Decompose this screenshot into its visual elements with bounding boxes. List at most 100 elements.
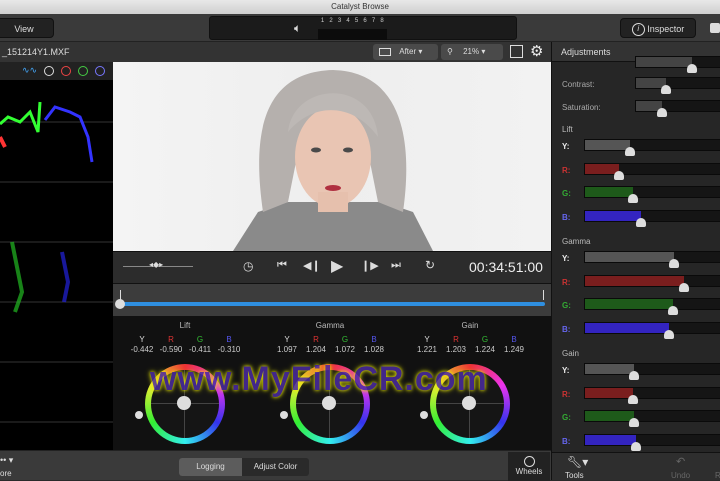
gain-color-wheel[interactable] [430,364,510,444]
jog-handle-icon[interactable]: ◂◆▸ [149,260,163,269]
timeline[interactable] [113,283,551,316]
tools-label[interactable]: Tools [565,471,584,480]
inspector-label: Inspector [647,24,685,34]
lift-g-slider-thumb[interactable] [627,194,638,203]
lift-y-slider[interactable] [584,139,720,156]
lift-b-label: B [226,335,232,344]
lift-r-label: R [168,335,174,344]
gamma-color-wheel[interactable] [290,364,370,444]
fullscreen-icon[interactable] [510,45,523,58]
speaker-icon[interactable]: 🔈︎ [294,21,301,36]
lift-y-label: Y [139,335,145,344]
gain-level-knob[interactable] [420,411,428,419]
go-to-start-icon[interactable]: ⏮︎ [277,259,287,272]
green-channel-toggle[interactable] [78,66,88,76]
white-channel-toggle[interactable] [44,66,54,76]
compare-mode-dropdown[interactable]: After ▾ [373,44,438,60]
gain-r-slider-thumb[interactable] [627,394,638,404]
gain-y-value: 1.221 [416,345,438,354]
waveform-icon[interactable]: ∿∿ [22,65,37,76]
saturation-slider-thumb[interactable] [656,108,667,117]
wheels-icon [523,456,535,467]
adjustments-footer: 🔧︎▾ Tools ↶ Undo R [551,452,720,480]
gamma-b-slider[interactable] [584,321,720,339]
play-icon[interactable]: ▶ [331,256,343,276]
gamma-b-label: B: [562,324,571,334]
transport-bar: ◂◆▸ ◷ ⏮︎ ◀❙ ▶ ❙▶ ⏭︎ ↻ 00:34:51:00 [113,251,551,283]
gamma-g-slider-thumb[interactable] [667,306,678,315]
playhead[interactable] [115,299,125,309]
red-channel-toggle[interactable] [61,66,71,76]
gain-title: Gain [461,321,479,330]
view-button[interactable]: View [0,18,54,38]
lift-r-slider[interactable] [584,162,720,180]
out-point-marker[interactable] [543,290,544,300]
frame-icon [379,47,391,56]
gain-y-slider-thumb[interactable] [629,371,640,380]
lift-g-value: -0.411 [188,345,212,354]
lift-level-knob[interactable] [135,411,143,419]
top-slider[interactable] [635,56,720,73]
top-slider-thumb[interactable] [686,64,697,73]
gamma-b-value: 1.028 [363,345,385,354]
gamma-y-slider[interactable] [584,251,720,268]
gain-r-label: R [453,335,459,344]
lift-wheel-puck[interactable] [177,396,191,410]
lift-g-label: G: [562,189,571,198]
lift-g-slider[interactable] [584,186,720,203]
contrast-slider[interactable] [635,77,720,94]
more-icon[interactable]: •• ▾ [0,455,13,466]
gain-g-slider-thumb[interactable] [629,418,640,427]
gain-b-slider-thumb[interactable] [630,441,641,451]
zoom-dropdown[interactable]: ⚲ 21% ▾ [441,44,503,60]
step-back-icon[interactable]: ◀❙ [303,259,321,272]
gain-wheel-puck[interactable] [462,396,476,410]
saturation-slider[interactable] [635,100,720,117]
timer-icon[interactable]: ◷ [243,259,253,273]
gain-y-slider[interactable] [584,363,720,380]
undo-label[interactable]: Undo [671,471,690,480]
gain-r-label: R: [562,389,571,399]
blue-channel-toggle[interactable] [95,66,105,76]
undo-icon[interactable]: ↶ [676,455,685,468]
video-preview[interactable] [113,62,551,251]
gamma-level-knob[interactable] [280,411,288,419]
share-icon[interactable] [710,23,720,33]
gain-g-slider[interactable] [584,410,720,427]
contrast-slider-thumb[interactable] [661,85,672,94]
gamma-r-slider[interactable] [584,274,720,292]
bottom-bar: •• ▾ ore Logging Adjust Color Wheels [0,450,551,481]
gain-b-slider[interactable] [584,433,720,451]
info-icon: i [631,23,645,37]
lift-b-slider-thumb[interactable] [636,217,647,227]
gamma-g-slider[interactable] [584,298,720,315]
wrench-icon[interactable]: 🔧︎▾ [567,455,588,469]
tab-logging[interactable]: Logging [179,458,242,476]
gain-group-title: Gain [562,349,579,358]
gamma-group-title: Gamma [562,237,591,246]
timeline-track[interactable] [118,302,545,306]
gamma-y-slider-thumb[interactable] [669,259,680,268]
gain-b-label: B: [562,436,571,446]
gamma-b-slider-thumb[interactable] [663,329,674,339]
redo-label[interactable]: R [715,471,720,480]
inspector-button[interactable]: i Inspector [620,18,696,38]
lift-r-slider-thumb[interactable] [614,170,625,180]
gear-icon[interactable]: ⚙ [530,42,543,60]
gamma-title: Gamma [315,321,345,330]
gamma-r-slider-thumb[interactable] [678,282,689,292]
lift-r-value: -0.590 [159,345,183,354]
gain-g-label: G: [562,413,571,422]
loop-icon[interactable]: ↻ [425,258,435,272]
lift-b-slider[interactable] [584,209,720,227]
lift-y-slider-thumb[interactable] [625,147,636,156]
lift-color-wheel[interactable] [145,364,225,444]
tab-adjust-color[interactable]: Adjust Color [242,458,309,476]
step-forward-icon[interactable]: ❙▶ [361,259,379,272]
go-to-end-icon[interactable]: ⏭︎ [391,259,401,272]
gain-r-slider[interactable] [584,386,720,404]
contrast-label: Contrast: [562,80,595,89]
wheels-button[interactable]: Wheels [508,452,550,481]
color-wheels-panel: Lift Y -0.442 R -0.590 G -0.411 B -0.310 Gamma Y 1.… [113,316,551,450]
gamma-wheel-puck[interactable] [322,396,336,410]
